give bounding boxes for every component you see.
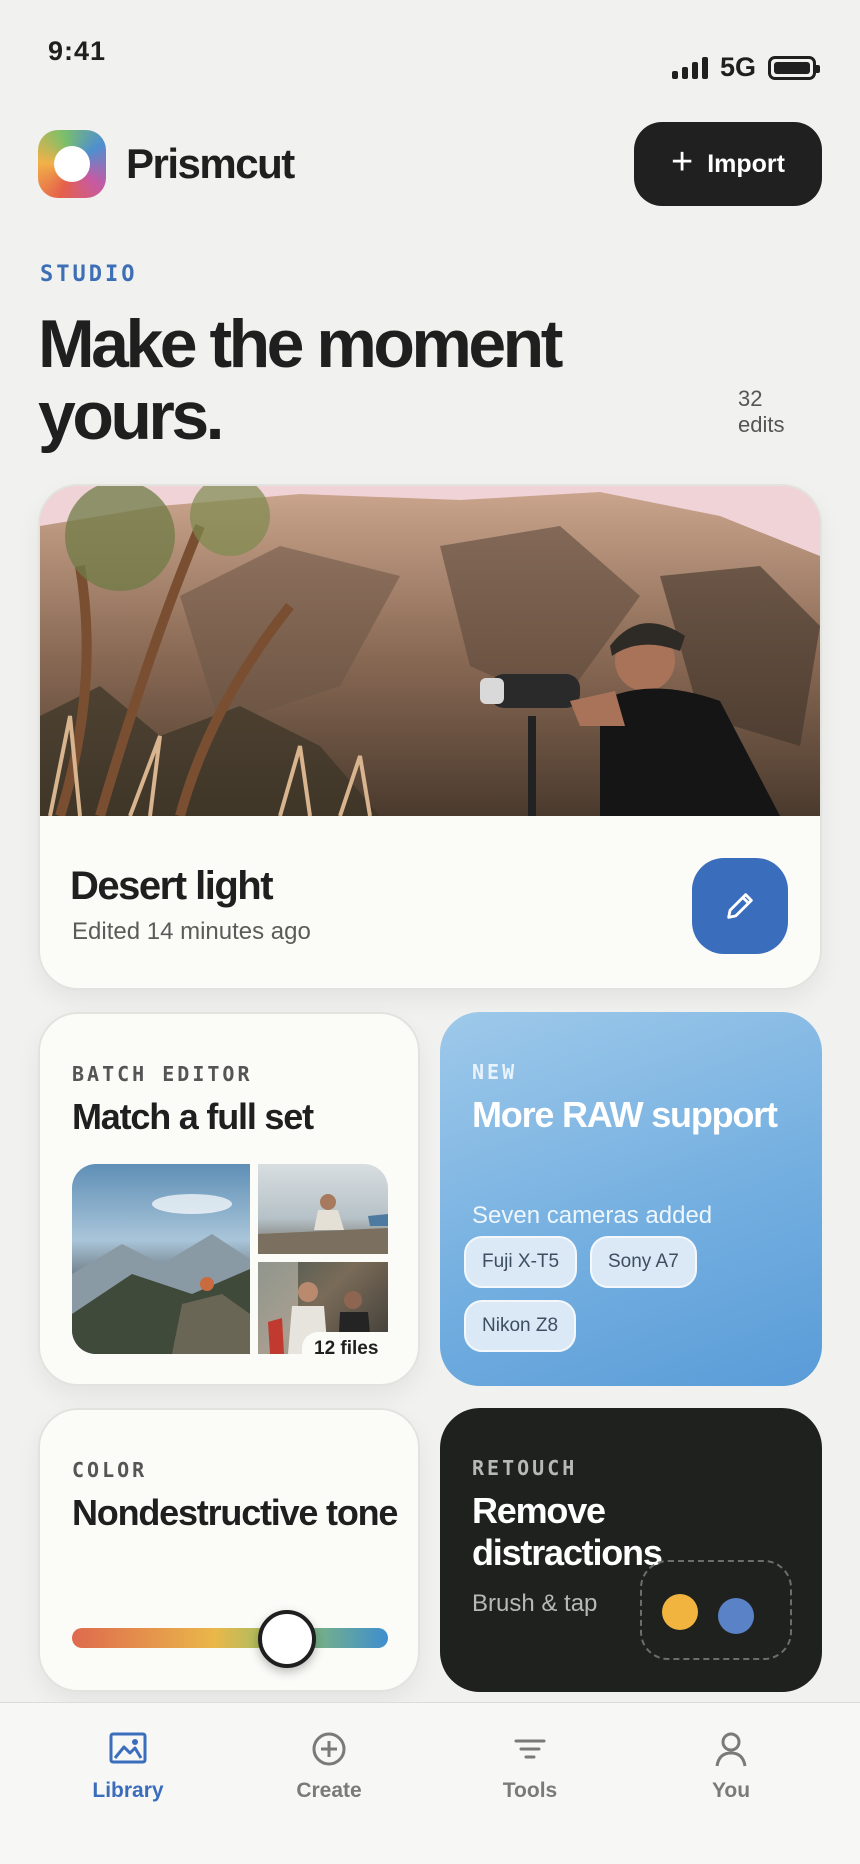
person-icon	[715, 1732, 747, 1767]
card-subtitle: Brush & tap	[472, 1590, 598, 1617]
bottom-tab-bar: Library Create Tools You	[0, 1702, 860, 1864]
tab-label: Create	[296, 1779, 362, 1802]
section-eyebrow: STUDIO	[40, 262, 138, 287]
photographer-photo	[40, 486, 820, 816]
tab-create[interactable]: Create	[254, 1731, 404, 1803]
card-eyebrow: NEW	[472, 1060, 518, 1084]
app-header: Prismcut + Import	[38, 122, 822, 206]
batch-editor-card[interactable]: BATCH EDITOR Match a full set 12 files	[38, 1012, 420, 1386]
card-eyebrow: BATCH EDITOR	[72, 1062, 253, 1086]
thumbnail-pier	[258, 1164, 388, 1254]
raw-support-card[interactable]: NEW More RAW support Seven cameras added…	[440, 1012, 822, 1386]
yellow-dot-icon	[662, 1594, 698, 1630]
import-button[interactable]: + Import	[634, 122, 822, 206]
app-name: Prismcut	[126, 140, 295, 187]
signal-icon	[671, 56, 708, 79]
tab-tools[interactable]: Tools	[455, 1731, 605, 1803]
network-label: 5G	[719, 52, 756, 82]
edits-count: 32 edits	[738, 386, 784, 438]
project-subtitle: Edited 14 minutes ago	[72, 918, 311, 945]
card-title: More RAW support	[472, 1094, 778, 1135]
filter-icon	[514, 1739, 546, 1759]
edits-count-unit: edits	[738, 412, 785, 437]
card-subtitle: Seven cameras added	[472, 1202, 713, 1229]
battery-icon	[768, 55, 820, 80]
tab-label: Tools	[502, 1779, 558, 1802]
page-title: Make the moment yours.	[38, 306, 563, 454]
status-time: 9:41	[48, 36, 107, 66]
tone-slider-thumb[interactable]	[257, 1610, 316, 1668]
tab-label: Library	[92, 1779, 164, 1802]
tab-library[interactable]: Library	[53, 1731, 203, 1803]
tone-slider-track[interactable]	[72, 1628, 388, 1648]
featured-photo	[40, 486, 820, 816]
edits-count-value: 32	[738, 386, 763, 411]
camera-chip[interactable]: Fuji X-T5	[464, 1236, 578, 1288]
camera-chip[interactable]: Nikon Z8	[464, 1300, 577, 1352]
selection-box-icon	[640, 1560, 792, 1660]
camera-chip[interactable]: Sony A7	[590, 1236, 697, 1288]
blue-dot-icon	[718, 1598, 754, 1634]
plus-circle-icon	[312, 1732, 346, 1766]
tab-you[interactable]: You	[656, 1731, 806, 1803]
app-logo-icon	[38, 130, 106, 198]
status-indicators: 5G	[671, 52, 820, 83]
files-count-badge: 12 files	[302, 1332, 391, 1366]
edit-button[interactable]	[692, 858, 788, 954]
featured-project-card[interactable]: Desert light Edited 14 minutes ago	[38, 484, 822, 990]
plus-icon: +	[671, 141, 694, 183]
card-eyebrow: RETOUCH	[472, 1456, 578, 1480]
card-title: Nondestructive tone	[72, 1492, 398, 1533]
color-tone-card[interactable]: COLOR Nondestructive tone	[38, 1408, 420, 1692]
thumbnail-mountain	[72, 1164, 250, 1354]
status-bar: 9:41 5G	[0, 0, 860, 100]
card-title: Match a full set	[72, 1096, 314, 1137]
image-icon	[109, 1732, 147, 1764]
import-label: Import	[707, 149, 785, 178]
pencil-icon	[727, 893, 753, 919]
tab-label: You	[711, 1779, 751, 1802]
retouch-card[interactable]: RETOUCH Remove distractions Brush & tap	[440, 1408, 822, 1692]
card-eyebrow: COLOR	[72, 1458, 148, 1482]
project-title: Desert light	[70, 864, 274, 908]
